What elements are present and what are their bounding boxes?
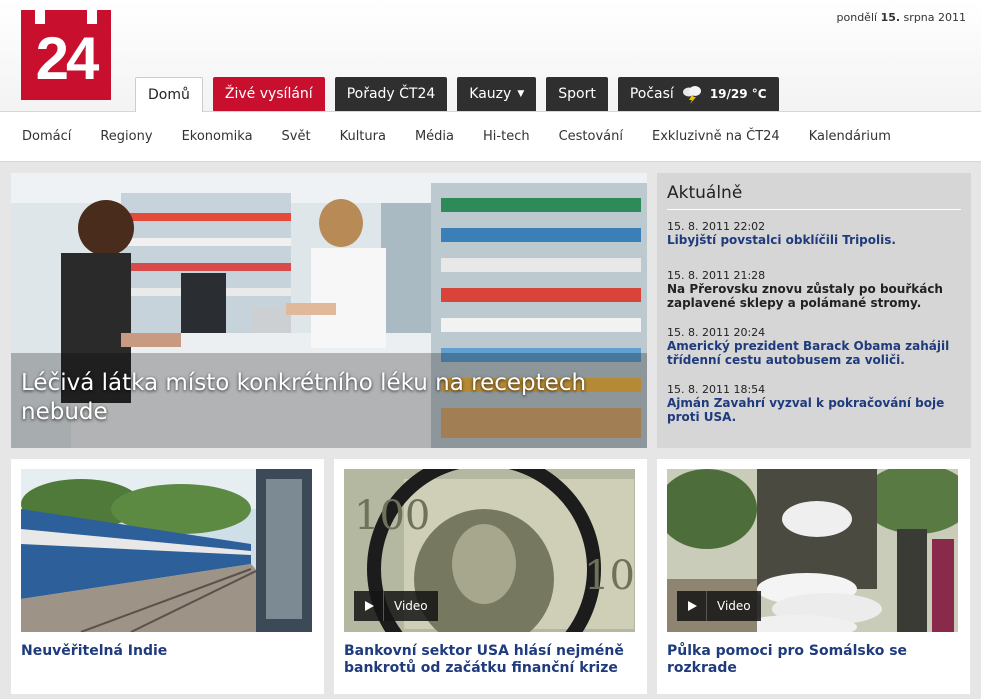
main-tabs: Domů Živé vysílání Pořady ČT24 Kauzy ▼ S… bbox=[135, 77, 789, 112]
nav-regiony[interactable]: Regiony bbox=[100, 129, 152, 144]
logo-notch-right bbox=[87, 10, 97, 24]
article-card-india[interactable]: Neuvěřitelná Indie bbox=[11, 459, 324, 694]
tab-weather-label: Počasí bbox=[629, 86, 674, 102]
news-timestamp: 15. 8. 2011 18:54 bbox=[667, 383, 766, 396]
tab-live-broadcast[interactable]: Živé vysílání bbox=[212, 77, 325, 111]
nav-kalendarium[interactable]: Kalendárium bbox=[809, 129, 891, 144]
current-date: pondělí 15. srpna 2011 bbox=[837, 11, 966, 24]
news-item[interactable]: 15. 8. 2011 20:24 Americký prezident Bar… bbox=[667, 326, 961, 367]
news-headline[interactable]: Ajmán Zavahrí vyzval k pokračování boje … bbox=[667, 396, 961, 424]
news-item[interactable]: 15. 8. 2011 18:54 Ajmán Zavahrí vyzval k… bbox=[667, 383, 961, 424]
weather-temperature: 19/29 °C bbox=[709, 87, 767, 101]
news-timestamp: 15. 8. 2011 22:02 bbox=[667, 220, 766, 233]
hero-article[interactable]: Léčivá látka místo konkrétního léku na r… bbox=[11, 173, 647, 448]
news-timestamp: 15. 8. 2011 21:28 bbox=[667, 269, 766, 282]
tab-weather[interactable]: Počasí 19/29 °C bbox=[617, 77, 779, 111]
nav-media[interactable]: Média bbox=[415, 129, 454, 144]
article-card-banks[interactable]: 100 10 Video Bankovní sektor USA hlásí n… bbox=[334, 459, 647, 694]
nav-ekonomika[interactable]: Ekonomika bbox=[182, 129, 253, 144]
card-image[interactable]: Video bbox=[667, 469, 958, 632]
article-card-somalia[interactable]: Video Půlka pomoci pro Somálsko se rozkr… bbox=[657, 459, 970, 694]
tab-home[interactable]: Domů bbox=[135, 77, 203, 112]
hero-headline[interactable]: Léčivá látka místo konkrétního léku na r… bbox=[21, 369, 621, 427]
play-icon bbox=[354, 591, 384, 621]
date-day: 15. bbox=[880, 11, 901, 24]
news-item[interactable]: 15. 8. 2011 21:28 Na Přerovsku znovu zůs… bbox=[667, 269, 961, 310]
logo-text: 24 bbox=[35, 25, 100, 92]
news-timestamp: 15. 8. 2011 20:24 bbox=[667, 326, 766, 339]
svg-text:100: 100 bbox=[354, 493, 430, 539]
card-image[interactable] bbox=[21, 469, 312, 632]
train-image bbox=[21, 469, 312, 632]
tab-cases-label: Kauzy bbox=[469, 86, 512, 102]
card-headline[interactable]: Půlka pomoci pro Somálsko se rozkrade bbox=[667, 643, 957, 677]
ct24-logo[interactable]: 24 bbox=[21, 10, 111, 100]
news-item[interactable]: 15. 8. 2011 22:02 Libyjští povstalci obk… bbox=[667, 220, 961, 247]
storm-cloud-icon bbox=[682, 86, 701, 104]
nav-hi-tech[interactable]: Hi-tech bbox=[483, 129, 530, 144]
video-badge-label: Video bbox=[717, 599, 751, 613]
nav-domaci[interactable]: Domácí bbox=[22, 129, 71, 144]
video-badge[interactable]: Video bbox=[354, 591, 438, 621]
news-headline[interactable]: Americký prezident Barack Obama zahájil … bbox=[667, 339, 961, 367]
latest-news-title: Aktuálně bbox=[667, 183, 961, 210]
category-nav: Domácí Regiony Ekonomika Svět Kultura Mé… bbox=[0, 112, 981, 162]
card-headline[interactable]: Neuvěřitelná Indie bbox=[21, 643, 311, 660]
play-icon bbox=[677, 591, 707, 621]
news-headline[interactable]: Na Přerovsku znovu zůstaly po bouřkách z… bbox=[667, 282, 961, 310]
card-headline[interactable]: Bankovní sektor USA hlásí nejméně bankro… bbox=[344, 643, 634, 677]
video-badge-label: Video bbox=[394, 599, 428, 613]
nav-svet[interactable]: Svět bbox=[282, 129, 311, 144]
site-header: 24 pondělí 15. srpna 2011 Domů Živé vysí… bbox=[0, 0, 981, 112]
svg-text:10: 10 bbox=[584, 553, 635, 599]
date-weekday: pondělí bbox=[836, 11, 881, 24]
date-month-year: srpna 2011 bbox=[900, 11, 966, 24]
tab-shows[interactable]: Pořady ČT24 bbox=[334, 77, 448, 111]
card-image[interactable]: 100 10 Video bbox=[344, 469, 635, 632]
nav-exkluzivne[interactable]: Exkluzivně na ČT24 bbox=[652, 129, 780, 144]
video-badge[interactable]: Video bbox=[677, 591, 761, 621]
tab-cases[interactable]: Kauzy ▼ bbox=[457, 77, 537, 111]
news-headline[interactable]: Libyjští povstalci obklíčili Tripolis. bbox=[667, 233, 961, 247]
nav-kultura[interactable]: Kultura bbox=[340, 129, 386, 144]
logo-notch-left bbox=[35, 10, 45, 24]
latest-news-panel: Aktuálně 15. 8. 2011 22:02 Libyjští povs… bbox=[657, 173, 971, 448]
tab-sport[interactable]: Sport bbox=[546, 77, 608, 111]
nav-cestovani[interactable]: Cestování bbox=[559, 129, 623, 144]
chevron-down-icon: ▼ bbox=[517, 89, 525, 99]
